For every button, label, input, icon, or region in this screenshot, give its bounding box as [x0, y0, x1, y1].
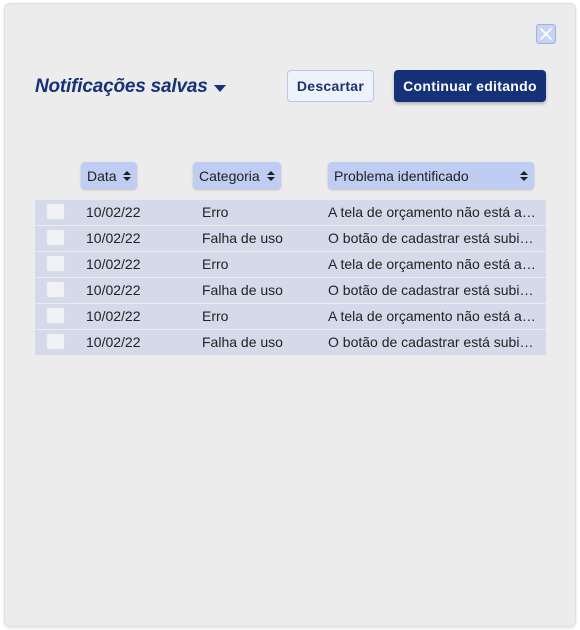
continue-editing-button[interactable]: Continuar editando	[394, 70, 546, 102]
table-row[interactable]: 10/02/22 Erro A tela de orçamento não es…	[35, 252, 546, 278]
row-checkbox[interactable]	[46, 229, 65, 246]
table-row[interactable]: 10/02/22 Falha de uso O botão de cadastr…	[35, 278, 546, 304]
column-header-date[interactable]: Data	[81, 162, 137, 189]
row-problem: O botão de cadastrar está subindo	[328, 334, 538, 350]
column-header-category[interactable]: Categoria	[193, 162, 281, 189]
row-problem: O botão de cadastrar está subindo	[328, 282, 538, 298]
row-checkbox[interactable]	[46, 255, 65, 272]
row-category: Erro	[202, 204, 229, 220]
column-header-label: Categoria	[199, 167, 260, 184]
column-header-label: Data	[87, 167, 117, 184]
row-category: Falha de uso	[202, 282, 283, 298]
row-problem: O botão de cadastrar está subindo	[328, 230, 538, 246]
row-date: 10/02/22	[86, 204, 141, 220]
column-header-problem[interactable]: Problema identificado	[328, 162, 534, 189]
row-checkbox[interactable]	[46, 203, 65, 220]
discard-button[interactable]: Descartar	[287, 70, 374, 102]
title-dropdown[interactable]: Notificações salvas	[35, 76, 226, 98]
row-date: 10/02/22	[86, 230, 141, 246]
saved-notifications-panel: Notificações salvas Descartar Continuar …	[4, 3, 576, 627]
notifications-table: 10/02/22 Erro A tela de orçamento não es…	[35, 200, 546, 356]
row-category: Erro	[202, 308, 229, 324]
table-row[interactable]: 10/02/22 Falha de uso O botão de cadastr…	[35, 330, 546, 356]
row-category: Erro	[202, 256, 229, 272]
row-problem: A tela de orçamento não está atualizando	[328, 308, 538, 324]
page-title: Notificações salvas	[35, 76, 208, 97]
row-date: 10/02/22	[86, 308, 141, 324]
close-button[interactable]	[536, 24, 556, 44]
row-problem: A tela de orçamento não está atualizando	[328, 256, 538, 272]
row-checkbox[interactable]	[46, 333, 65, 350]
close-icon	[540, 28, 552, 40]
sort-icon	[520, 170, 528, 181]
column-header-label: Problema identificado	[334, 167, 469, 184]
caret-down-icon	[213, 85, 226, 92]
row-category: Falha de uso	[202, 230, 283, 246]
row-date: 10/02/22	[86, 282, 141, 298]
sort-icon	[123, 170, 131, 181]
table-row[interactable]: 10/02/22 Erro A tela de orçamento não es…	[35, 200, 546, 226]
row-category: Falha de uso	[202, 334, 283, 350]
row-problem: A tela de orçamento não está atualizando	[328, 204, 538, 220]
row-checkbox[interactable]	[46, 281, 65, 298]
sort-icon	[267, 170, 275, 181]
table-row[interactable]: 10/02/22 Falha de uso O botão de cadastr…	[35, 226, 546, 252]
table-row[interactable]: 10/02/22 Erro A tela de orçamento não es…	[35, 304, 546, 330]
row-date: 10/02/22	[86, 256, 141, 272]
row-checkbox[interactable]	[46, 307, 65, 324]
row-date: 10/02/22	[86, 334, 141, 350]
